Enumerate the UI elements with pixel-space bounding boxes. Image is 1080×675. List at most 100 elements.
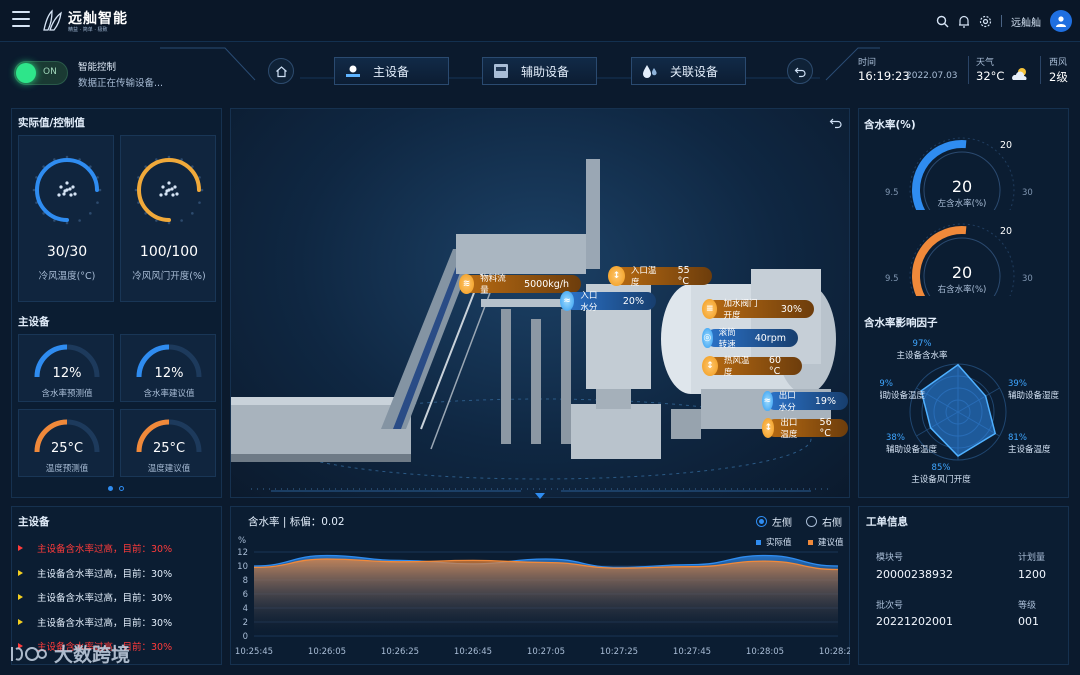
gauge-particle	[68, 187, 72, 191]
gauge-particle	[62, 192, 66, 196]
page-dot-active[interactable]	[108, 486, 113, 491]
smart-control-toggle[interactable]: ON	[14, 61, 68, 85]
small-gauge-card: 25°C 温度预测值	[18, 409, 114, 477]
gauge-label: 温度预测值	[45, 464, 89, 474]
tag-inlet-temp[interactable]: ↕ 入口温度 55 °C	[608, 265, 712, 288]
tag-value: 20%	[622, 295, 644, 307]
undo-icon	[794, 67, 806, 77]
chart-title: 含水率 | 标偏：0.02	[248, 516, 345, 528]
series-area	[254, 559, 838, 636]
radio-left[interactable]: 左侧	[756, 514, 792, 529]
menu-icon[interactable]	[12, 11, 30, 27]
alarm-text: 主设备含水率过高，目前：30%	[37, 544, 173, 556]
tag-value: 56 °C	[819, 417, 832, 439]
page-dot[interactable]	[119, 486, 124, 491]
search-icon[interactable]	[936, 15, 949, 28]
radar-percent: 39%	[1008, 379, 1027, 389]
small-gauge-card: 12% 含水率建议值	[120, 334, 216, 402]
alarm-item[interactable]: 主设备含水率过高，目前：30%	[18, 561, 218, 586]
gauge-marker: 20	[1000, 140, 1012, 151]
gauge-tick	[198, 201, 201, 204]
tab-auxiliary-equipment[interactable]: 辅助设备	[482, 57, 597, 85]
tag-outlet-temp[interactable]: ↕ 出口温度 56 °C	[762, 417, 848, 440]
gauge-particle	[173, 185, 177, 189]
gauge-card: 30/30 冷风温度(°C)	[18, 135, 114, 302]
weather-label: 天气	[976, 58, 995, 68]
divider	[968, 56, 969, 84]
drum-icon: ◎	[702, 328, 713, 348]
tab-main-equipment[interactable]: 主设备	[334, 57, 449, 85]
gauge-max: 30	[1022, 274, 1033, 284]
gauge-label: 含水率建议值	[143, 389, 195, 399]
tag-drum-speed[interactable]: ◎ 滚筒转速 40rpm	[702, 328, 798, 350]
gauge-min: 9.5	[885, 188, 899, 198]
alarm-item[interactable]: 主设备含水率过高，目前：30%	[18, 585, 218, 610]
y-tick-label: 6	[243, 590, 248, 600]
water-icon: ≈	[560, 291, 575, 311]
y-tick-label: 10	[237, 562, 248, 572]
x-tick-label: 10:27:25	[600, 647, 638, 657]
tab-related-equipment[interactable]: 关联设备	[631, 57, 746, 85]
gauge-min: 9.5	[885, 274, 899, 284]
water-icon: ≈	[762, 391, 773, 411]
valve-icon: ≡	[702, 299, 718, 319]
factors-radar-chart: 97%主设备含水率39%辅助设备湿度81%主设备温度85%主设备风门开度38%辅…	[880, 339, 1060, 485]
batch-label: 批次号	[876, 601, 904, 611]
radio-checked-icon	[756, 516, 767, 527]
back-button[interactable]	[787, 58, 813, 84]
gauge-particle	[57, 193, 61, 197]
brand-name: 远舢智能	[68, 11, 128, 27]
temperature: 32°C	[976, 69, 1005, 83]
alarm-text: 主设备含水率过高，目前：30%	[37, 617, 173, 629]
machine-icon	[491, 62, 511, 80]
undo-icon[interactable]	[829, 117, 843, 129]
tag-label: 热风温度	[723, 356, 750, 378]
gauge-particle	[65, 181, 69, 185]
radar-label: 辅助设备湿度	[1008, 390, 1060, 401]
radar-label: 主设备温度	[1008, 444, 1051, 455]
radar-percent: 97%	[913, 339, 932, 349]
tag-inlet-moisture[interactable]: ≈ 入口水分 20%	[560, 291, 656, 313]
batch-number: 20221202001	[876, 615, 953, 628]
watermark-text: 大数跨境	[54, 644, 131, 666]
tag-hot-air-temp[interactable]: ↕ 热风温度 60 °C	[702, 355, 802, 378]
y-tick-label: 12	[237, 548, 248, 558]
gauge-particle	[71, 185, 75, 189]
bell-icon[interactable]	[958, 15, 970, 28]
alarm-item[interactable]: 主设备含水率过高，目前：30%	[18, 536, 218, 561]
alarm-triangle-icon	[18, 545, 23, 552]
alarm-text: 主设备含水率过高，目前：30%	[37, 593, 173, 605]
home-icon	[275, 65, 287, 77]
gauge-label: 含水率预测值	[41, 389, 93, 399]
sunny-cloud-icon	[1012, 68, 1027, 80]
tag-water-valve[interactable]: ≡ 加水阀门开度 30%	[702, 299, 814, 321]
equipment-3d-view[interactable]: ≋ 物料流量 5000kg/h ≈ 入口水分 20% ↕ 入口温度 55 °C ≡ 加水阀门开…	[230, 108, 850, 499]
divider	[1001, 15, 1002, 27]
x-tick-label: 10:28:25	[819, 647, 850, 657]
tag-outlet-moisture[interactable]: ≈ 出口水分 19%	[762, 391, 848, 413]
current-time: 16:19:23	[858, 69, 910, 83]
right-moisture-gauge: 20 右含水率(%) 9.5 30 20	[885, 223, 1033, 296]
x-tick-label: 10:27:45	[673, 647, 711, 657]
radar-label: 主设备含水率	[896, 350, 948, 361]
tag-material-flow[interactable]: ≋ 物料流量 5000kg/h	[459, 274, 581, 296]
tag-label: 入口温度	[630, 266, 657, 288]
tag-label: 入口水分	[580, 291, 598, 313]
gauge-tick	[32, 188, 36, 192]
gauge-value: 12%	[154, 366, 184, 381]
x-tick-label: 10:26:45	[454, 647, 492, 657]
tab-label: 辅助设备	[521, 64, 570, 79]
gauge-tick	[98, 188, 102, 192]
user-name[interactable]: 远舢舢	[1011, 14, 1041, 29]
alarm-item[interactable]: 主设备含水率过高，目前：30%	[18, 610, 218, 635]
gauge-particle	[73, 192, 77, 196]
avatar[interactable]	[1050, 10, 1072, 32]
radio-right[interactable]: 右侧	[806, 514, 842, 529]
home-button[interactable]	[268, 58, 294, 84]
gauge-particle	[167, 181, 171, 185]
gauge-card: 100/100 冷风风门开度(%)	[120, 135, 216, 302]
grade-label: 等级	[1018, 601, 1037, 611]
module-number: 20000238932	[876, 568, 953, 581]
gear-icon[interactable]	[979, 15, 992, 28]
droplets-icon	[640, 62, 660, 80]
